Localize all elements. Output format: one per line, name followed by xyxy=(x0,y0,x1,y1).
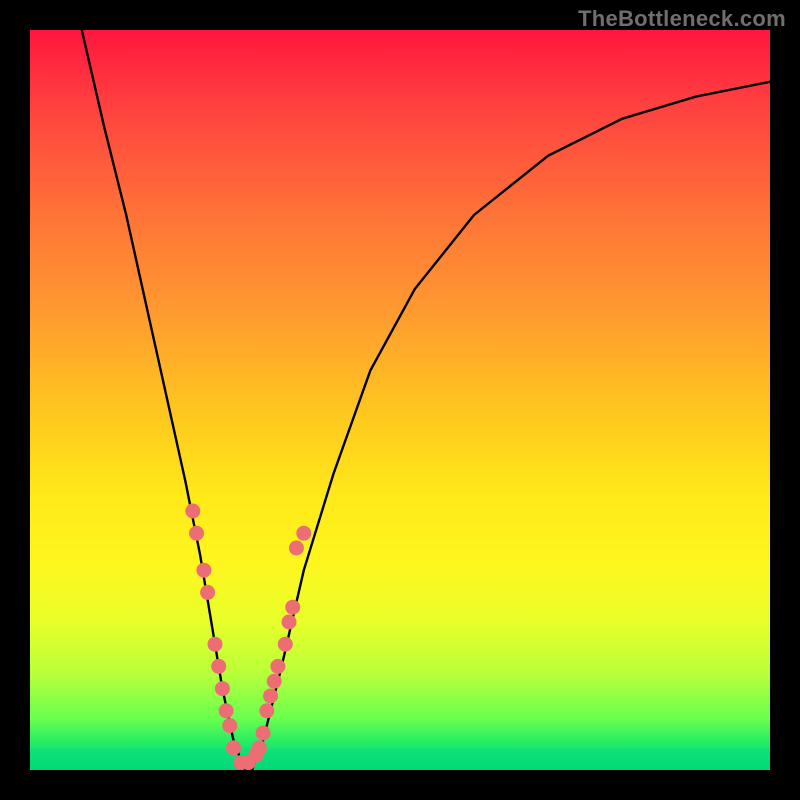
bottleneck-curve-path xyxy=(82,30,770,770)
data-point-dot xyxy=(278,637,293,652)
data-point-dot xyxy=(222,718,237,733)
data-point-dot xyxy=(208,637,223,652)
data-point-dot xyxy=(219,703,234,718)
data-point-dot xyxy=(282,615,297,630)
data-point-dot xyxy=(259,703,274,718)
data-point-dot xyxy=(185,504,200,519)
curve-svg xyxy=(30,30,770,770)
data-point-dot xyxy=(200,585,215,600)
data-point-dot xyxy=(267,674,282,689)
data-point-dot xyxy=(296,526,311,541)
data-point-dot xyxy=(211,659,226,674)
data-point-dot xyxy=(270,659,285,674)
data-point-dot xyxy=(196,563,211,578)
chart-frame: TheBottleneck.com xyxy=(0,0,800,800)
data-point-dot xyxy=(289,541,304,556)
plot-area xyxy=(30,30,770,770)
data-point-dot xyxy=(226,740,241,755)
data-point-dot xyxy=(252,740,267,755)
data-point-dot xyxy=(256,726,271,741)
data-point-dots xyxy=(185,504,311,771)
data-point-dot xyxy=(215,681,230,696)
data-point-dot xyxy=(285,600,300,615)
watermark-text: TheBottleneck.com xyxy=(578,6,786,32)
data-point-dot xyxy=(263,689,278,704)
data-point-dot xyxy=(189,526,204,541)
